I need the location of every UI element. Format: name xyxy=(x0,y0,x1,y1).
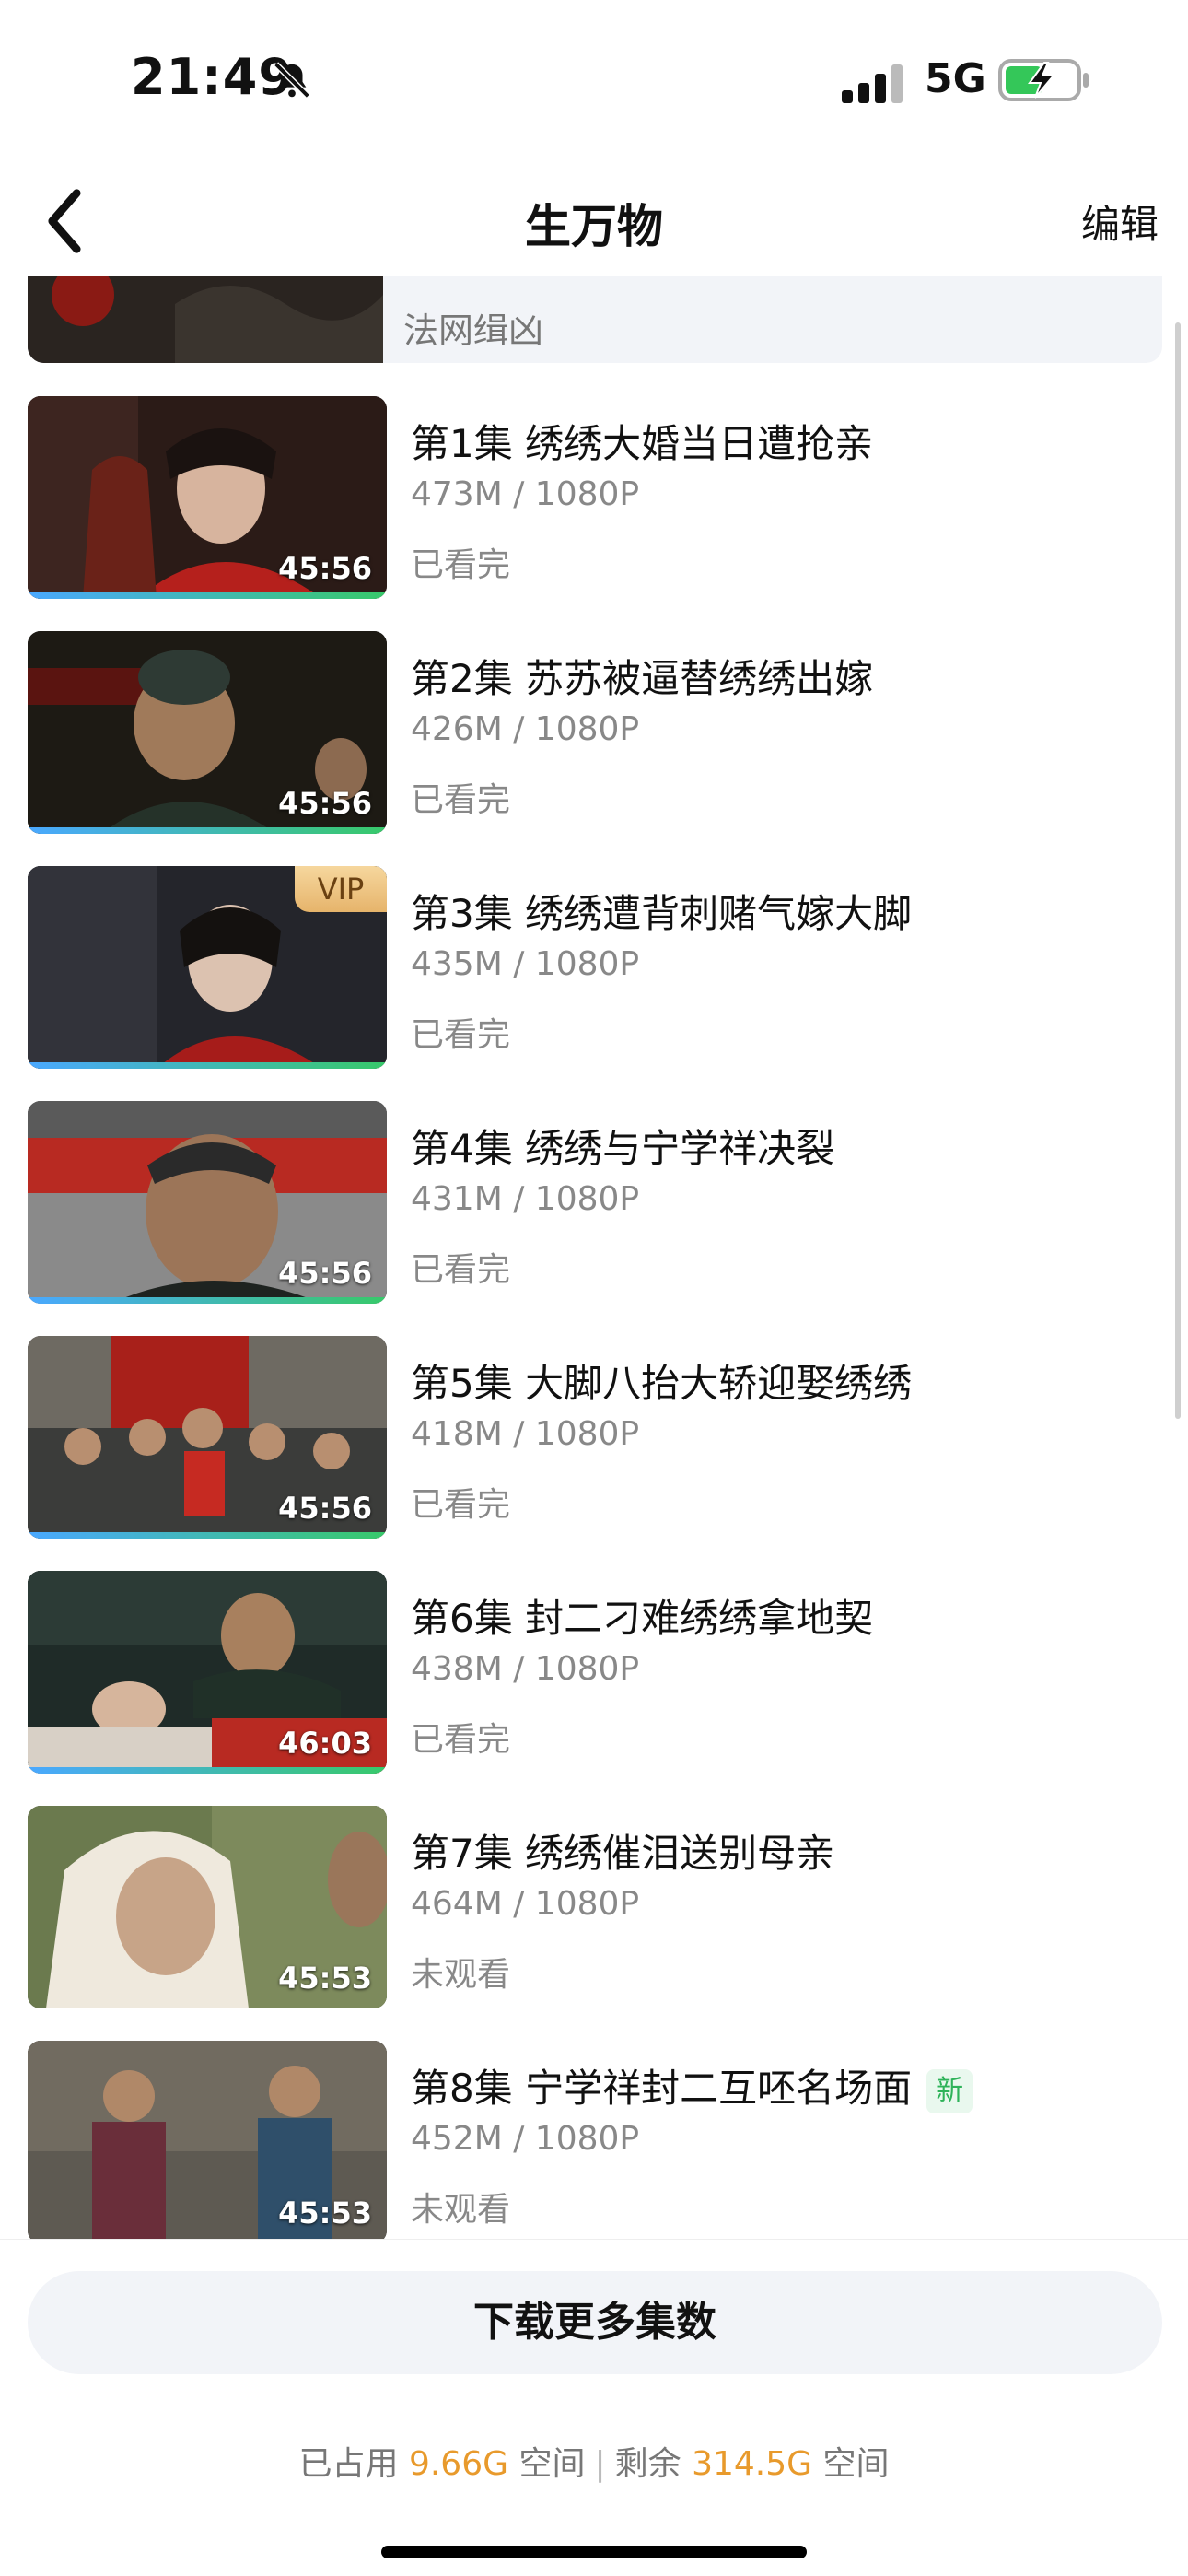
watch-progress-track xyxy=(28,1062,387,1069)
episode-title: 第3集 绣绣遭背刺赌气嫁大脚 xyxy=(411,891,913,936)
episode-thumbnail: 46:03 xyxy=(28,1571,387,1774)
episode-item-1[interactable]: 45:56 第1集 绣绣大婚当日遭抢亲 473M / 1080P 已看完 xyxy=(28,396,1162,599)
storage-free-suffix: 空间 xyxy=(822,2445,890,2483)
episode-meta: 418M / 1080P xyxy=(411,1415,640,1453)
storage-used-suffix: 空间 xyxy=(518,2445,586,2483)
episode-item-4[interactable]: 45:56 第4集 绣绣与宁学祥决裂 431M / 1080P 已看完 xyxy=(28,1101,1162,1304)
nav-bar: 生万物 编辑 xyxy=(0,166,1188,276)
episode-duration: 45:56 xyxy=(278,1491,372,1526)
episode-status: 已看完 xyxy=(411,1251,511,1289)
episode-meta: 452M / 1080P xyxy=(411,2120,640,2158)
episode-title: 第7集 绣绣催泪送别母亲 xyxy=(411,1831,835,1876)
watch-progress-track xyxy=(28,1297,387,1304)
episode-title: 第1集 绣绣大婚当日遭抢亲 xyxy=(411,421,874,466)
episode-title: 第2集 苏苏被逼替绣绣出嫁 xyxy=(411,656,874,701)
episode-title: 第6集 封二刁难绣绣拿地契 xyxy=(411,1596,874,1641)
episode-status: 已看完 xyxy=(411,546,511,584)
watch-progress-track xyxy=(28,1767,387,1774)
episode-meta: 438M / 1080P xyxy=(411,1650,640,1688)
episode-meta: 426M / 1080P xyxy=(411,710,640,748)
related-series-label: 法网缉凶 xyxy=(403,310,544,351)
episode-thumbnail: VIP xyxy=(28,866,387,1069)
episode-meta: 464M / 1080P xyxy=(411,1885,640,1923)
status-time: 21:49 xyxy=(131,48,294,106)
watch-progress-track xyxy=(28,827,387,834)
battery-charging-icon xyxy=(998,59,1089,101)
page-title: 生万物 xyxy=(525,200,663,253)
bell-slash-icon xyxy=(274,62,310,99)
home-indicator[interactable] xyxy=(381,2546,807,2558)
download-more-button[interactable]: 下载更多集数 xyxy=(28,2271,1162,2374)
episode-duration: 45:56 xyxy=(278,1256,372,1291)
episode-meta: 431M / 1080P xyxy=(411,1180,640,1218)
episode-status: 已看完 xyxy=(411,781,511,819)
episode-duration: 45:56 xyxy=(278,786,372,821)
episode-duration: 45:53 xyxy=(278,2195,372,2231)
episode-thumbnail: 45:56 xyxy=(28,1336,387,1539)
episode-status: 已看完 xyxy=(411,1721,511,1759)
watch-progress-fill xyxy=(28,1297,387,1304)
episode-duration: 45:56 xyxy=(278,551,372,586)
episode-thumbnail: 45:56 xyxy=(28,1101,387,1304)
episode-item-7[interactable]: 45:53 第7集 绣绣催泪送别母亲 464M / 1080P 未观看 xyxy=(28,1806,1162,2008)
episode-status: 已看完 xyxy=(411,1486,511,1524)
episode-duration: 46:03 xyxy=(278,1726,372,1761)
watch-progress-fill xyxy=(28,592,387,599)
storage-used-prefix: 已占用 xyxy=(298,2445,399,2483)
signal-icon xyxy=(842,64,903,103)
watch-progress-fill xyxy=(28,1062,387,1069)
watch-progress-fill xyxy=(28,827,387,834)
episode-status: 未观看 xyxy=(411,1956,511,1994)
episode-item-8[interactable]: 45:53 第8集 宁学祥封二互呸名场面新 452M / 1080P 未观看 xyxy=(28,2041,1162,2239)
watch-progress-track xyxy=(28,1532,387,1539)
vip-badge: VIP xyxy=(295,866,387,912)
episode-title: 第5集 大脚八抬大轿迎娶绣绣 xyxy=(411,1361,913,1406)
episode-title-text: 第8集 宁学祥封二互呸名场面 xyxy=(411,2066,913,2111)
storage-free-value: 314.5G xyxy=(692,2445,813,2483)
new-badge: 新 xyxy=(926,2068,973,2113)
status-bar: 21:49 5G xyxy=(0,0,1188,147)
episode-thumbnail: 45:53 xyxy=(28,1806,387,2008)
watch-progress-track xyxy=(28,592,387,599)
storage-divider: | xyxy=(594,2445,606,2483)
related-series-card[interactable]: 法网缉凶 xyxy=(28,276,1162,363)
episode-item-3[interactable]: VIP 第3集 绣绣遭背刺赌气嫁大脚 435M / 1080P 已看完 xyxy=(28,866,1162,1069)
storage-used-value: 9.66G xyxy=(408,2445,508,2483)
storage-free-prefix: 剩余 xyxy=(614,2445,681,2483)
storage-info: 已占用 9.66G 空间 | 剩余 314.5G 空间 xyxy=(0,2437,1188,2485)
watch-progress-fill xyxy=(28,1767,387,1774)
edit-button[interactable]: 编辑 xyxy=(1081,193,1159,250)
watch-progress-fill xyxy=(28,1532,387,1539)
episode-meta: 435M / 1080P xyxy=(411,945,640,983)
episode-list[interactable]: 法网缉凶 45:56 第1集 绣绣大婚当日遭抢亲 473M / 1080P 已看… xyxy=(0,276,1188,2239)
episode-item-6[interactable]: 46:03 第6集 封二刁难绣绣拿地契 438M / 1080P 已看完 xyxy=(28,1571,1162,1774)
bottom-panel: 下载更多集数 已占用 9.66G 空间 | 剩余 314.5G 空间 xyxy=(0,2239,1188,2576)
episode-thumbnail: 45:56 xyxy=(28,631,387,834)
related-series-thumbnail xyxy=(28,276,383,363)
episode-meta: 473M / 1080P xyxy=(411,475,640,513)
episode-status: 未观看 xyxy=(411,2191,511,2229)
episode-title: 第8集 宁学祥封二互呸名场面新 xyxy=(411,2057,973,2113)
list-scrollbar[interactable] xyxy=(1175,322,1181,1419)
episode-status: 已看完 xyxy=(411,1016,511,1054)
network-type: 5G xyxy=(925,55,986,102)
episode-thumbnail: 45:53 xyxy=(28,2041,387,2239)
episode-title: 第4集 绣绣与宁学祥决裂 xyxy=(411,1126,835,1171)
episode-item-5[interactable]: 45:56 第5集 大脚八抬大轿迎娶绣绣 418M / 1080P 已看完 xyxy=(28,1336,1162,1539)
episode-item-2[interactable]: 45:56 第2集 苏苏被逼替绣绣出嫁 426M / 1080P 已看完 xyxy=(28,631,1162,834)
episode-thumbnail: 45:56 xyxy=(28,396,387,599)
episode-duration: 45:53 xyxy=(278,1961,372,1996)
